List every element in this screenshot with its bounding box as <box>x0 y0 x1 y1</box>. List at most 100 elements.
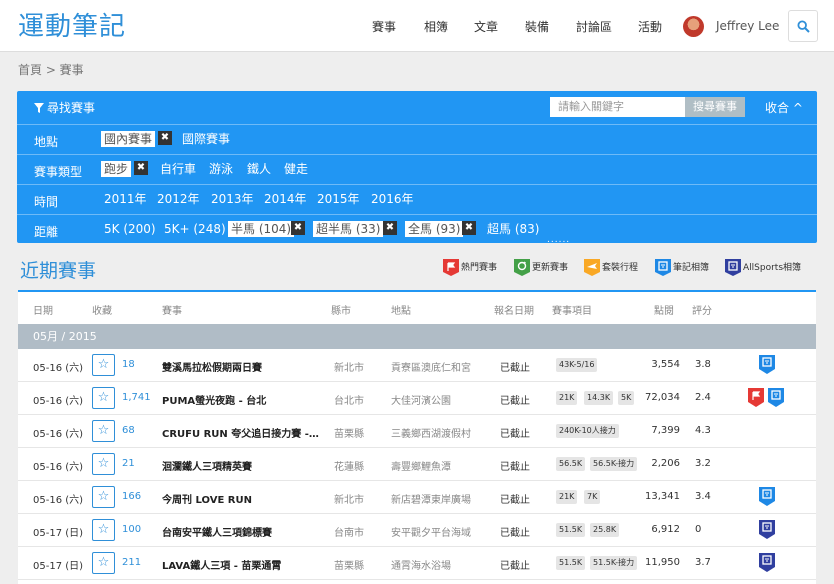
race-name[interactable]: 台南安平鐵人三項錦標賽 <box>162 524 272 539</box>
nav-item-races[interactable]: 賽事 <box>372 18 396 35</box>
type-option-running[interactable]: 跑步 <box>101 161 132 177</box>
event-tag: 21K <box>556 490 578 504</box>
year-option-2015[interactable]: 2015年 <box>317 191 360 207</box>
column-header-score[interactable]: 評分 <box>692 302 712 317</box>
favorite-count: 166 <box>122 491 142 502</box>
type-option-swimming[interactable]: 游泳 <box>209 161 233 177</box>
star-icon[interactable]: ☆ <box>92 387 115 409</box>
avatar[interactable] <box>683 16 704 37</box>
breadcrumb[interactable]: 首頁 > 賽事 <box>18 61 84 78</box>
star-icon[interactable]: ☆ <box>92 552 115 574</box>
column-header-date[interactable]: 日期 <box>33 302 53 317</box>
star-icon[interactable]: ☆ <box>92 519 115 541</box>
table-row[interactable]: 05-16 (六) ☆ 21 洄瀾鐵人三項精英賽 花蓮縣 壽豐鄉鯉魚潭 已截止 … <box>18 448 816 481</box>
race-score: 2.4 <box>695 392 711 403</box>
star-icon[interactable]: ☆ <box>92 486 115 508</box>
view-count: 3,554 <box>651 359 680 370</box>
race-name[interactable]: 雙溪馬拉松假期兩日賽 <box>162 359 262 374</box>
table-row[interactable]: 05-17 (日) ☆ 100 台南安平鐵人三項錦標賽 台南市 安平觀夕平台海域… <box>18 514 816 547</box>
column-header-registration[interactable]: 報名日期 <box>494 302 534 317</box>
race-place: 安平觀夕平台海域 <box>391 528 471 539</box>
year-option-2011[interactable]: 2011年 <box>104 191 147 207</box>
nav-item-articles[interactable]: 文章 <box>474 18 498 35</box>
type-option-cycling[interactable]: 自行車 <box>160 161 196 177</box>
distance-option-5k-plus[interactable]: 5K+ (248) <box>164 221 226 237</box>
year-option-2014[interactable]: 2014年 <box>264 191 307 207</box>
race-name[interactable]: LAVA鐵人三項 - 苗栗通霄 <box>162 557 281 572</box>
race-name[interactable]: 洄瀾鐵人三項精英賽 <box>162 458 252 473</box>
column-header-favorite[interactable]: 收藏 <box>92 302 112 317</box>
close-icon[interactable]: ✖ <box>383 221 397 235</box>
distance-option-ultra[interactable]: 超馬 (83) <box>487 221 539 237</box>
registration-status: 已截止 <box>500 363 530 374</box>
event-tag: 21K <box>556 391 578 405</box>
view-count: 2,206 <box>651 458 680 469</box>
distance-option-5k[interactable]: 5K (200) <box>104 221 156 237</box>
race-county: 苗栗縣 <box>334 429 364 440</box>
table-row[interactable]: 05-16 (六) ☆ 166 今周刊 LOVE RUN 新北市 新店碧潭東岸廣… <box>18 481 816 514</box>
keyword-search-input[interactable]: 請輸入關鍵字 <box>550 97 685 117</box>
star-icon[interactable]: ☆ <box>92 453 115 475</box>
notes-album-icon[interactable] <box>768 388 784 407</box>
type-option-walking[interactable]: 健走 <box>284 161 308 177</box>
race-name[interactable]: 今周刊 LOVE RUN <box>162 491 252 506</box>
table-row[interactable]: 05-16 (六) ☆ 18 雙溪馬拉松假期兩日賽 新北市 貢寮區澳底仁和宮 已… <box>18 349 816 382</box>
nav-item-forum[interactable]: 討論區 <box>576 18 612 35</box>
search-races-button[interactable]: 搜尋賽事 <box>685 97 745 117</box>
column-header-place[interactable]: 地點 <box>391 302 411 317</box>
table-row[interactable]: 05-16 (六) ☆ 1,741 PUMA螢光夜跑 - 台北 台北市 大佳河濱… <box>18 382 816 415</box>
year-option-2013[interactable]: 2013年 <box>211 191 254 207</box>
more-options[interactable]: ...... <box>547 235 570 245</box>
close-icon[interactable]: ✖ <box>134 161 148 175</box>
table-row[interactable]: 05-17 (日) ☆ 211 LAVA鐵人三項 - 苗栗通霄 苗栗縣 通霄海水… <box>18 547 816 580</box>
view-count: 7,399 <box>651 425 680 436</box>
column-header-race[interactable]: 賽事 <box>162 302 182 317</box>
collapse-toggle[interactable]: 收合 ^ <box>765 99 803 116</box>
type-option-triathlon[interactable]: 鐵人 <box>247 161 271 177</box>
search-button[interactable] <box>788 10 818 42</box>
location-option-international[interactable]: 國際賽事 <box>182 131 230 147</box>
filter-row-type: 賽事類型 跑步 ✖ 自行車 游泳 鐵人 健走 <box>17 154 817 184</box>
column-header-views[interactable]: 點閱 <box>654 302 674 317</box>
close-icon[interactable]: ✖ <box>291 221 305 235</box>
legend-notes-album: 筆記相簿 <box>655 259 709 276</box>
column-header-county[interactable]: 縣市 <box>331 302 351 317</box>
view-count: 6,912 <box>651 524 680 535</box>
race-name[interactable]: CRUFU RUN 夸父追日接力賽 -… <box>162 425 319 440</box>
distance-option-half[interactable]: 半馬 (104) <box>228 221 295 237</box>
site-logo[interactable]: 運動筆記 <box>18 6 126 43</box>
location-option-domestic[interactable]: 國內賽事 <box>101 131 156 147</box>
distance-option-ultra-half[interactable]: 超半馬 (33) <box>313 221 384 237</box>
distance-option-full[interactable]: 全馬 (93) <box>405 221 464 237</box>
allsports-album-icon[interactable] <box>759 553 775 572</box>
column-header-events[interactable]: 賽事項目 <box>552 302 592 317</box>
race-date: 05-17 (日) <box>33 561 84 572</box>
filter-title: 尋找賽事 <box>34 99 95 116</box>
nav-item-events[interactable]: 活動 <box>638 18 662 35</box>
notes-album-icon[interactable] <box>759 487 775 506</box>
notes-album-icon[interactable] <box>759 355 775 374</box>
table-row[interactable]: 05-16 (六) ☆ 68 CRUFU RUN 夸父追日接力賽 -… 苗栗縣 … <box>18 415 816 448</box>
year-option-2016[interactable]: 2016年 <box>371 191 414 207</box>
view-count: 13,341 <box>645 491 680 502</box>
star-icon[interactable]: ☆ <box>92 420 115 442</box>
hot-flag-icon[interactable] <box>748 388 764 407</box>
race-name[interactable]: PUMA螢光夜跑 - 台北 <box>162 392 266 407</box>
legend-travel-label: 套裝行程 <box>602 263 639 273</box>
race-score: 3.2 <box>695 458 711 469</box>
close-icon[interactable]: ✖ <box>462 221 476 235</box>
race-filter-panel: 尋找賽事 請輸入關鍵字 搜尋賽事 收合 ^ 地點 國內賽事 ✖ 國際賽事 賽事類… <box>17 91 817 245</box>
allsports-album-icon[interactable] <box>759 520 775 539</box>
race-date: 05-16 (六) <box>33 462 84 473</box>
username[interactable]: Jeffrey Lee <box>716 19 779 33</box>
year-option-2012[interactable]: 2012年 <box>157 191 200 207</box>
star-icon[interactable]: ☆ <box>92 354 115 376</box>
nav-item-gear[interactable]: 裝備 <box>525 18 549 35</box>
view-count: 11,950 <box>645 557 680 568</box>
filter-icon <box>34 103 44 113</box>
race-place: 三義鄉西湖渡假村 <box>391 429 471 440</box>
filter-row-distance: 距離 5K (200) 5K+ (248) 半馬 (104) ✖ 超半馬 (33… <box>17 214 817 245</box>
month-group-header: 05月 / 2015 <box>18 324 816 349</box>
nav-item-albums[interactable]: 相簿 <box>424 18 448 35</box>
close-icon[interactable]: ✖ <box>158 131 172 145</box>
